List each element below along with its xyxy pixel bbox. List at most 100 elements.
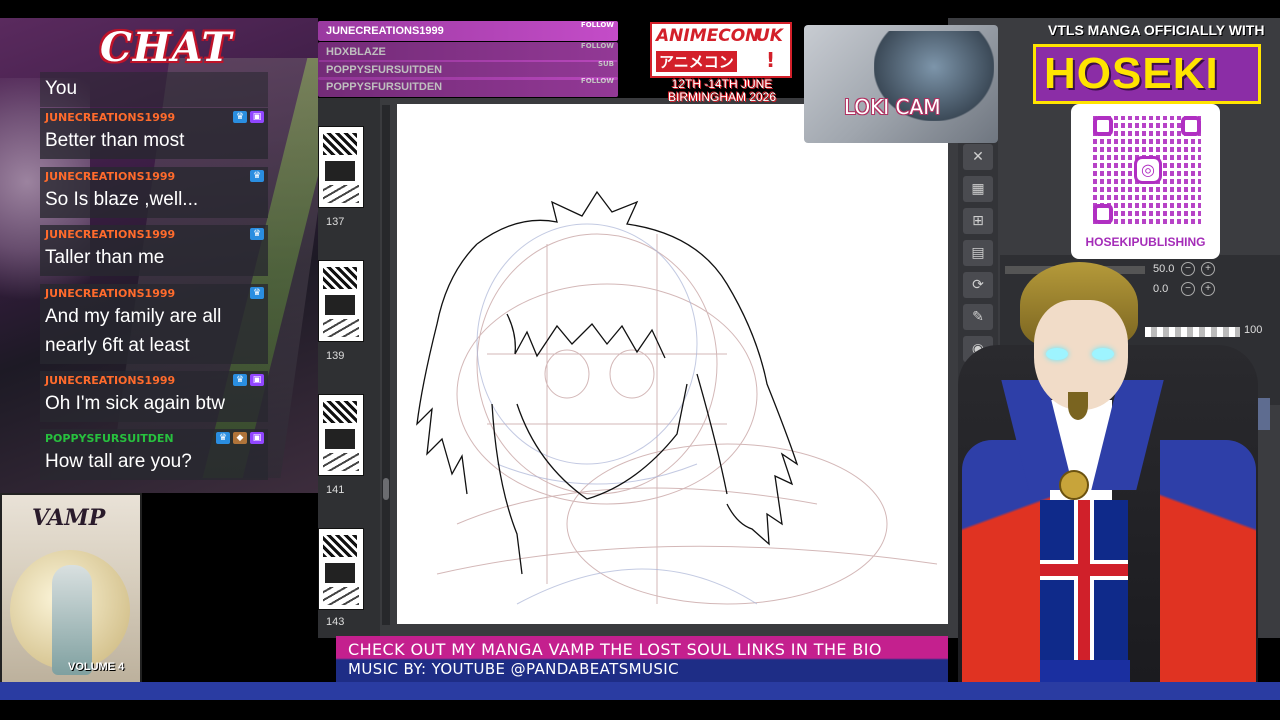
avatar-medallion bbox=[1059, 470, 1089, 500]
slider-value: 0.0 bbox=[1153, 283, 1169, 295]
page-number: 139 bbox=[326, 350, 345, 362]
bottom-letterbox bbox=[0, 700, 1280, 720]
page-thumbnail-strip: 137 139 141 143 bbox=[318, 98, 380, 638]
alert-item: POPPYSFURSUITDEN FOLLOW bbox=[318, 77, 618, 97]
chat-message: JUNECREATIONS1999 ♛ ▣ Better than most bbox=[40, 108, 268, 159]
chat-username[interactable]: JUNECREATIONS1999 bbox=[45, 286, 263, 302]
avatar-eye bbox=[1092, 348, 1114, 360]
animecon-location-line: BIRMINGHAM 2026 bbox=[667, 90, 777, 104]
twitch-badge-icon: ▣ bbox=[250, 374, 264, 386]
plus-icon[interactable]: + bbox=[1201, 262, 1215, 276]
rotate-icon[interactable]: ⟳ bbox=[963, 272, 993, 298]
qr-corner bbox=[1181, 116, 1201, 136]
minus-icon[interactable]: − bbox=[1181, 262, 1195, 276]
twitch-badge-icon: ▣ bbox=[250, 111, 264, 123]
chat-self-label: You bbox=[45, 78, 78, 99]
chat-message-text: Better than most bbox=[45, 130, 185, 151]
banner-music-credit: MUSIC BY: YOUTUBE @PANDABEATSMUSIC bbox=[348, 660, 679, 678]
chat-message-text: And my family are all nearly 6ft at leas… bbox=[45, 306, 222, 356]
drawing-canvas[interactable] bbox=[397, 104, 948, 624]
page-thumbnail[interactable] bbox=[318, 528, 364, 610]
animecon-dates: 12TH -14TH JUNE BIRMINGHAM 2026 bbox=[652, 78, 792, 104]
crown-badge-icon: ♛ bbox=[233, 111, 247, 123]
alert-item: HDXBLAZE FOLLOW bbox=[318, 42, 618, 62]
twitch-badge-icon: ▣ bbox=[250, 432, 264, 444]
chat-title: CHAT bbox=[100, 24, 233, 71]
chat-message-text: Oh I'm sick again btw bbox=[45, 393, 225, 414]
sketch-drawing bbox=[416, 190, 938, 605]
hoseki-banner: HOSEKI bbox=[1033, 44, 1261, 104]
grid-icon[interactable]: ▦ bbox=[963, 176, 993, 202]
qr-corner bbox=[1093, 204, 1113, 224]
alert-name: JUNECREATIONS1999 bbox=[326, 25, 444, 37]
chat-message-text: So Is blaze ,well... bbox=[45, 189, 199, 210]
slider-value: 50.0 bbox=[1153, 263, 1175, 275]
page-thumbnail[interactable] bbox=[318, 260, 364, 342]
loki-cam-feed: LOKI CAM bbox=[804, 25, 998, 143]
loki-cam-label: LOKI CAM bbox=[844, 95, 941, 119]
crown-badge-icon: ♛ bbox=[216, 432, 230, 444]
crown-badge-icon: ♛ bbox=[250, 228, 264, 240]
qr-corner bbox=[1093, 116, 1113, 136]
crown-badge-icon: ♛ bbox=[250, 170, 264, 182]
plus-icon[interactable]: + bbox=[1201, 282, 1215, 296]
thumbnail-scrollbar[interactable] bbox=[382, 105, 390, 625]
hoseki-logo-text: HOSEKI bbox=[1044, 49, 1219, 98]
chat-message: JUNECREATIONS1999 ♛ So Is blaze ,well... bbox=[40, 167, 268, 218]
crown-badge-icon: ♛ bbox=[233, 374, 247, 386]
avatar-goatee bbox=[1068, 392, 1088, 420]
vtls-label: VTLS MANGA OFFICIALLY WITH bbox=[1048, 22, 1265, 38]
page-thumbnail[interactable] bbox=[318, 394, 364, 476]
stream-alerts: JUNECREATIONS1999 FOLLOW HDXBLAZE FOLLOW… bbox=[318, 18, 618, 98]
alert-kind: FOLLOW bbox=[580, 21, 614, 29]
layer-icon[interactable]: ▤ bbox=[963, 240, 993, 266]
minus-icon[interactable]: − bbox=[1181, 282, 1195, 296]
empty-overlay-box bbox=[148, 583, 336, 695]
chat-message-text: How tall are you? bbox=[45, 451, 192, 472]
alert-name: POPPYSFURSUITDEN bbox=[326, 81, 443, 93]
chat-message-text: Taller than me bbox=[45, 247, 165, 268]
scrollbar-thumb[interactable] bbox=[383, 478, 389, 500]
banner-promo-text: CHECK OUT MY MANGA VAMP THE LOST SOUL LI… bbox=[348, 640, 882, 659]
chat-username[interactable]: JUNECREATIONS1999 bbox=[45, 227, 263, 243]
animecon-exclamation: ! bbox=[766, 48, 776, 72]
character-illustration bbox=[52, 565, 92, 675]
instagram-icon: ◎ bbox=[1134, 156, 1162, 184]
book-title: VAMP bbox=[32, 505, 106, 531]
page-number: 137 bbox=[326, 216, 345, 228]
chat-username[interactable]: JUNECREATIONS1999 bbox=[45, 110, 263, 126]
crown-badge-icon: ♛ bbox=[250, 287, 264, 299]
chat-username[interactable]: JUNECREATIONS1999 bbox=[45, 373, 263, 389]
close-icon[interactable]: ✕ bbox=[963, 144, 993, 170]
transform-icon[interactable]: ⊞ bbox=[963, 208, 993, 234]
instagram-handle: HOSEKIPUBLISHING bbox=[1085, 235, 1206, 249]
alert-kind: FOLLOW bbox=[580, 42, 614, 50]
animecon-uk: UK bbox=[756, 26, 783, 46]
chat-message: You bbox=[40, 72, 268, 107]
book-volume: VOLUME 4 bbox=[68, 661, 125, 673]
chat-message: JUNECREATIONS1999 ♛ ▣ Oh I'm sick again b… bbox=[40, 371, 268, 422]
bottom-bar bbox=[0, 682, 1280, 700]
alert-name: HDXBLAZE bbox=[326, 46, 386, 58]
bits-badge-icon: ◆ bbox=[233, 432, 247, 444]
instagram-qr-card: ◎ HOSEKIPUBLISHING bbox=[1071, 104, 1220, 259]
chat-username[interactable]: JUNECREATIONS1999 bbox=[45, 169, 263, 185]
manga-book-cover: VAMP VOLUME 4 bbox=[0, 493, 142, 698]
alert-item: JUNECREATIONS1999 FOLLOW bbox=[318, 21, 618, 41]
page-number: 143 bbox=[326, 616, 345, 628]
animecon-japanese: アニメコン bbox=[656, 51, 737, 72]
animecon-logo: ANIMECON UK アニメコン ! bbox=[650, 22, 792, 78]
avatar-coat-right bbox=[1160, 440, 1256, 700]
chat-message: POPPYSFURSUITDEN ♛ ◆ ▣ How tall are you? bbox=[40, 429, 268, 480]
alert-kind: FOLLOW bbox=[580, 77, 614, 85]
alert-kind: SUB bbox=[597, 60, 614, 68]
chat-panel: CHAT You JUNECREATIONS1999 ♛ ▣ Better tha… bbox=[0, 18, 318, 493]
animecon-title: ANIMECON bbox=[656, 26, 760, 46]
avatar-eye bbox=[1046, 348, 1068, 360]
chat-message: JUNECREATIONS1999 ♛ Taller than me bbox=[40, 225, 268, 276]
page-thumbnail[interactable] bbox=[318, 126, 364, 208]
opacity-slider[interactable] bbox=[1145, 327, 1240, 337]
edit-icon[interactable]: ✎ bbox=[963, 304, 993, 330]
opacity-value: 100 bbox=[1244, 324, 1263, 336]
chat-message: JUNECREATIONS1999 ♛ And my family are al… bbox=[40, 284, 268, 364]
